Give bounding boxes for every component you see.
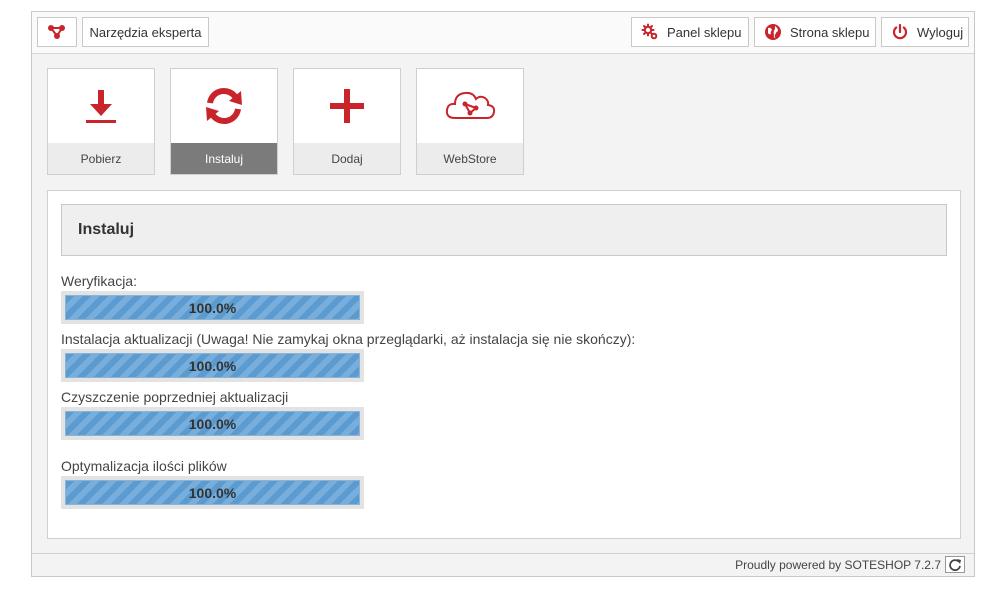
download-arrow-icon (48, 69, 154, 143)
step-label-cleanup: Czyszczenie poprzedniej aktualizacji (61, 389, 289, 405)
plus-icon (294, 69, 400, 143)
cloud-network-icon (417, 69, 523, 143)
logo-button[interactable] (37, 17, 77, 47)
shop-panel-label: Panel sklepu (667, 24, 742, 40)
step-label-optimization: Optymalizacja ilości plików (61, 458, 227, 474)
tile-webstore[interactable]: WebStore (416, 68, 524, 175)
tile-label: Dodaj (294, 143, 400, 174)
share-network-icon (48, 25, 65, 39)
power-icon (891, 23, 909, 41)
install-panel: Instaluj Weryfikacja: 100.0% Instalacja … (47, 190, 961, 539)
progress-bar-install: 100.0% (61, 349, 364, 382)
gears-icon (641, 23, 659, 41)
progress-text: 100.0% (188, 357, 237, 374)
shop-page-label: Strona sklepu (790, 24, 870, 40)
shop-page-button[interactable]: Strona sklepu (754, 17, 876, 47)
refresh-icon (949, 559, 961, 571)
top-toolbar: Narzędzia eksperta Panel sklepu Strona s… (32, 12, 974, 54)
tile-label: WebStore (417, 143, 523, 174)
tile-pobierz[interactable]: Pobierz (47, 68, 155, 175)
step-label-verification: Weryfikacja: (61, 273, 137, 289)
expert-tools-label: Narzędzia eksperta (89, 24, 202, 40)
progress-bar-optimization: 100.0% (61, 476, 364, 509)
panel-title: Instaluj (61, 204, 947, 256)
logout-button[interactable]: Wyloguj (881, 17, 969, 47)
tile-label: Pobierz (48, 143, 154, 174)
progress-bar-cleanup: 100.0% (61, 407, 364, 440)
expert-tools-button[interactable]: Narzędzia eksperta (82, 17, 209, 47)
tile-dodaj[interactable]: Dodaj (293, 68, 401, 175)
powered-by-text: Proudly powered by SOTESHOP 7.2.7 (735, 558, 941, 572)
logout-label: Wyloguj (917, 24, 964, 40)
tile-instaluj[interactable]: Instaluj (170, 68, 278, 175)
app-frame: Narzędzia eksperta Panel sklepu Strona s… (31, 11, 975, 577)
step-label-install: Instalacja aktualizacji (Uwaga! Nie zamy… (61, 331, 636, 347)
tile-label: Instaluj (171, 143, 277, 174)
refresh-button[interactable] (945, 556, 965, 573)
progress-text: 100.0% (188, 299, 237, 316)
progress-bar-verification: 100.0% (61, 291, 364, 324)
shop-panel-button[interactable]: Panel sklepu (631, 17, 749, 47)
refresh-cycle-icon (171, 69, 277, 143)
globe-icon (764, 23, 782, 41)
footer: Proudly powered by SOTESHOP 7.2.7 (32, 553, 974, 576)
progress-text: 100.0% (188, 415, 237, 432)
progress-text: 100.0% (188, 484, 237, 501)
